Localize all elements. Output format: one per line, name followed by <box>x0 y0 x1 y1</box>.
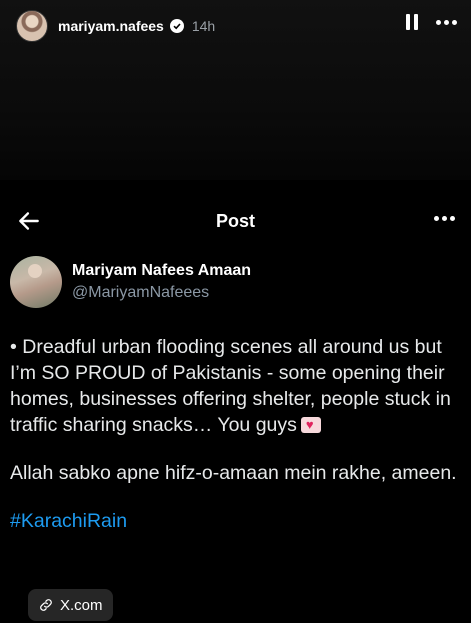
heart-emoji-icon <box>300 417 321 433</box>
tweet-paragraph: • Dreadful urban flooding scenes all aro… <box>10 334 465 438</box>
story-time: 14h <box>191 18 216 34</box>
author-name[interactable]: Mariyam Nafees Amaan <box>72 261 251 281</box>
link-label: X.com <box>60 596 103 614</box>
story-avatar[interactable] <box>16 10 48 42</box>
verified-badge-icon <box>169 19 184 33</box>
post-header: Post <box>0 195 471 247</box>
tweet-body: • Dreadful urban flooding scenes all aro… <box>10 334 465 556</box>
hashtag-link[interactable]: #KarachiRain <box>10 508 465 534</box>
page-title: Post <box>215 210 255 231</box>
more-dots-icon[interactable] <box>434 216 455 221</box>
more-dots-icon[interactable] <box>436 19 457 25</box>
story-header: mariyam.nafees 14h <box>16 10 215 42</box>
tweet-text: • Dreadful urban flooding scenes all aro… <box>10 336 451 436</box>
story-username[interactable]: mariyam.nafees <box>58 18 164 34</box>
tweet-paragraph: Allah sabko apne hifz-o-amaan mein rakhe… <box>10 462 457 484</box>
story-controls <box>406 14 457 30</box>
tweet-author: Mariyam Nafees Amaan @MariyamNafeees <box>10 256 251 308</box>
author-avatar[interactable] <box>10 256 62 308</box>
author-handle[interactable]: @MariyamNafeees <box>72 283 251 303</box>
link-chip[interactable]: X.com <box>28 589 113 621</box>
link-icon <box>40 599 52 611</box>
pause-icon[interactable] <box>406 14 418 30</box>
back-arrow-icon[interactable] <box>16 208 42 234</box>
